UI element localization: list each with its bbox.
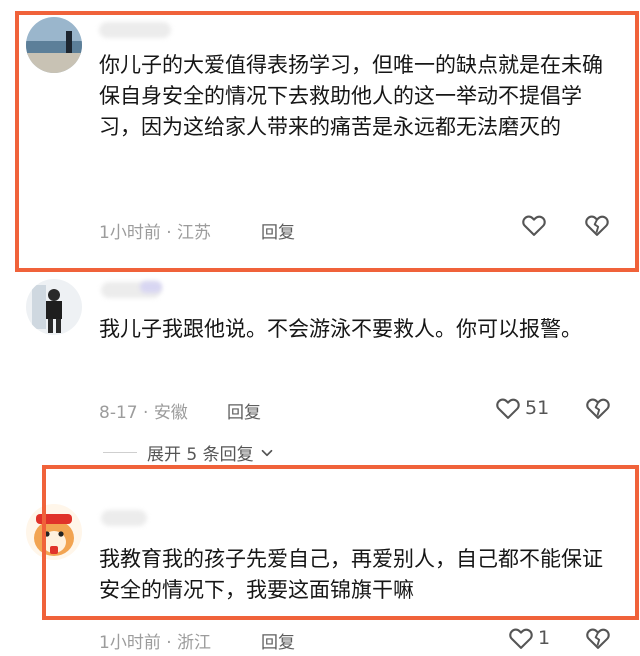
comment-text: 我教育我的孩子先爱自己，再爱别人，自己都不能保证安全的情况下，我要这面锦旗干嘛 [99,547,603,602]
meta-separator: · [137,403,154,423]
expand-replies[interactable]: 展开 5 条回复 [103,440,276,465]
comment-meta: 8-17 · 安徽 [99,398,188,423]
comment-time: 1小时前 [99,633,161,653]
username[interactable] [101,510,147,526]
comment-text: 你儿子的大爱值得表扬学习，但唯一的缺点就是在未确保自身安全的情况下去救助他人的这… [99,53,603,139]
username[interactable] [99,22,171,38]
reply-button[interactable]: 回复 [261,628,295,653]
comment-time: 1小时前 [99,223,161,243]
comment-text: 我儿子我跟他说。不会游泳不要救人。你可以报警。 [99,317,582,341]
comment-2: 我儿子我跟他说。不会游泳不要救人。你可以报警。 8-17 · 安徽 回复 51 [0,270,640,430]
heart-icon [496,398,520,419]
comment-meta: 1小时前 · 江苏 [99,218,211,243]
heart-icon [509,628,533,649]
broken-heart-icon [585,215,609,236]
reply-button[interactable]: 回复 [227,398,261,423]
comment-1: 你儿子的大爱值得表扬学习，但唯一的缺点就是在未确保自身安全的情况下去救助他人的这… [0,0,640,270]
broken-heart-icon [586,398,610,419]
like-button[interactable] [520,211,548,239]
avatar[interactable] [26,504,82,560]
meta-separator: · [160,223,178,243]
like-button[interactable]: 51 [494,394,549,422]
reply-button[interactable]: 回复 [261,218,295,243]
comment-3: 我教育我的孩子先爱自己，再爱别人，自己都不能保证安全的情况下，我要这面锦旗干嘛 … [0,490,640,653]
avatar[interactable] [26,17,82,73]
avatar[interactable] [26,279,82,335]
like-count: 1 [538,627,551,649]
divider-line [103,452,137,453]
comment-location: 江苏 [177,223,212,243]
dislike-button[interactable] [584,624,612,656]
dislike-button[interactable] [584,394,612,426]
like-button[interactable]: 1 [507,624,550,652]
like-count: 51 [525,397,550,419]
comment-meta: 1小时前 · 浙江 [99,628,211,653]
heart-icon [522,215,546,236]
dislike-button[interactable] [583,211,611,243]
comment-location: 安徽 [153,403,188,423]
broken-heart-icon [586,628,610,649]
meta-separator: · [160,633,178,653]
chevron-down-icon [261,449,272,456]
comment-time: 8-17 [99,403,138,423]
comment-location: 浙江 [177,633,212,653]
expand-replies-label[interactable]: 展开 5 条回复 [147,440,254,465]
